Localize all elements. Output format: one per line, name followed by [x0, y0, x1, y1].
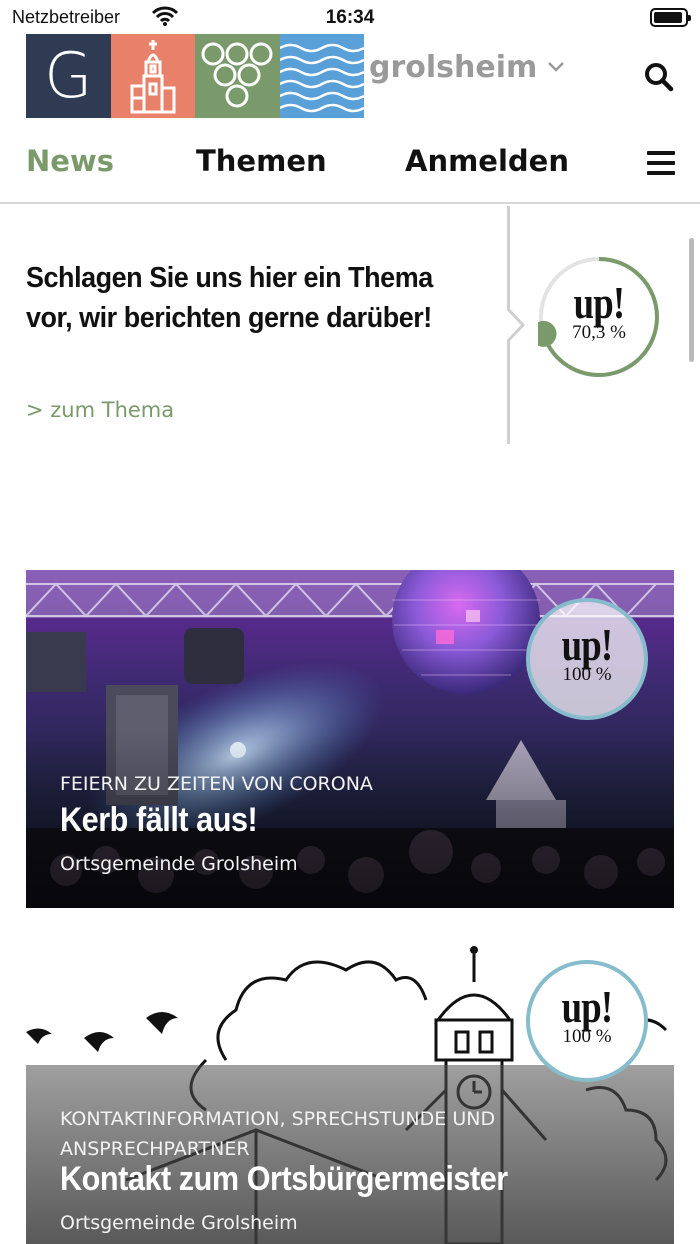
- town-logo[interactable]: G: [26, 34, 364, 118]
- chevron-down-icon: [547, 58, 565, 77]
- tab-anmelden[interactable]: Anmelden: [405, 144, 569, 178]
- church-icon: [110, 34, 195, 118]
- suggest-topic-section: Schlagen Sie uns hier ein Thema vor, wir…: [0, 206, 700, 446]
- up-score-badge: up! 70,3 %: [538, 256, 660, 378]
- up-word: up!: [573, 277, 626, 328]
- news-card[interactable]: up! 100 % KONTAKTINFORMATION, SPRECHSTUN…: [26, 940, 674, 1244]
- card-title: Kontakt zum Ortsbürgermeister: [60, 1160, 508, 1198]
- search-icon[interactable]: [644, 62, 674, 96]
- tab-themen[interactable]: Themen: [196, 144, 327, 178]
- card-category: FEIERN ZU ZEITEN VON CORONA: [60, 773, 373, 795]
- card-source: Ortsgemeinde Grolsheim: [60, 1212, 298, 1234]
- card-source: Ortsgemeinde Grolsheim: [60, 853, 298, 875]
- suggest-topic-text: Schlagen Sie uns hier ein Thema vor, wir…: [26, 262, 433, 334]
- logo-letter: G: [44, 39, 93, 112]
- waves-icon: [279, 34, 364, 118]
- news-card[interactable]: up! 100 % FEIERN ZU ZEITEN VON CORONA Ke…: [26, 570, 674, 908]
- main-nav: News Themen Anmelden: [0, 130, 700, 204]
- up-percent: 70,3 %: [572, 322, 626, 343]
- status-bar: Netzbetreiber 16:34: [0, 0, 700, 34]
- card-category: KONTAKTINFORMATION, SPRECHSTUNDE UND ANS…: [60, 1108, 496, 1160]
- up-word: up!: [561, 981, 614, 1032]
- battery-icon: [650, 8, 691, 27]
- town-name: grolsheim: [369, 50, 538, 85]
- card-title: Kerb fällt aus!: [60, 801, 258, 839]
- suggest-topic-link[interactable]: > zum Thema: [26, 398, 174, 422]
- grapes-icon: [195, 34, 280, 118]
- clock: 16:34: [325, 7, 375, 28]
- scrollbar[interactable]: [689, 238, 694, 362]
- up-word: up!: [561, 619, 614, 670]
- hamburger-menu-icon[interactable]: [647, 151, 675, 175]
- tab-news[interactable]: News: [26, 144, 114, 178]
- up-score-badge: up! 100 %: [526, 598, 648, 720]
- up-score-badge: up! 100 %: [526, 960, 648, 1082]
- divider-arrow-notch: [505, 306, 526, 346]
- town-selector[interactable]: grolsheim: [369, 50, 565, 85]
- logo-tile-letter: G: [26, 34, 111, 118]
